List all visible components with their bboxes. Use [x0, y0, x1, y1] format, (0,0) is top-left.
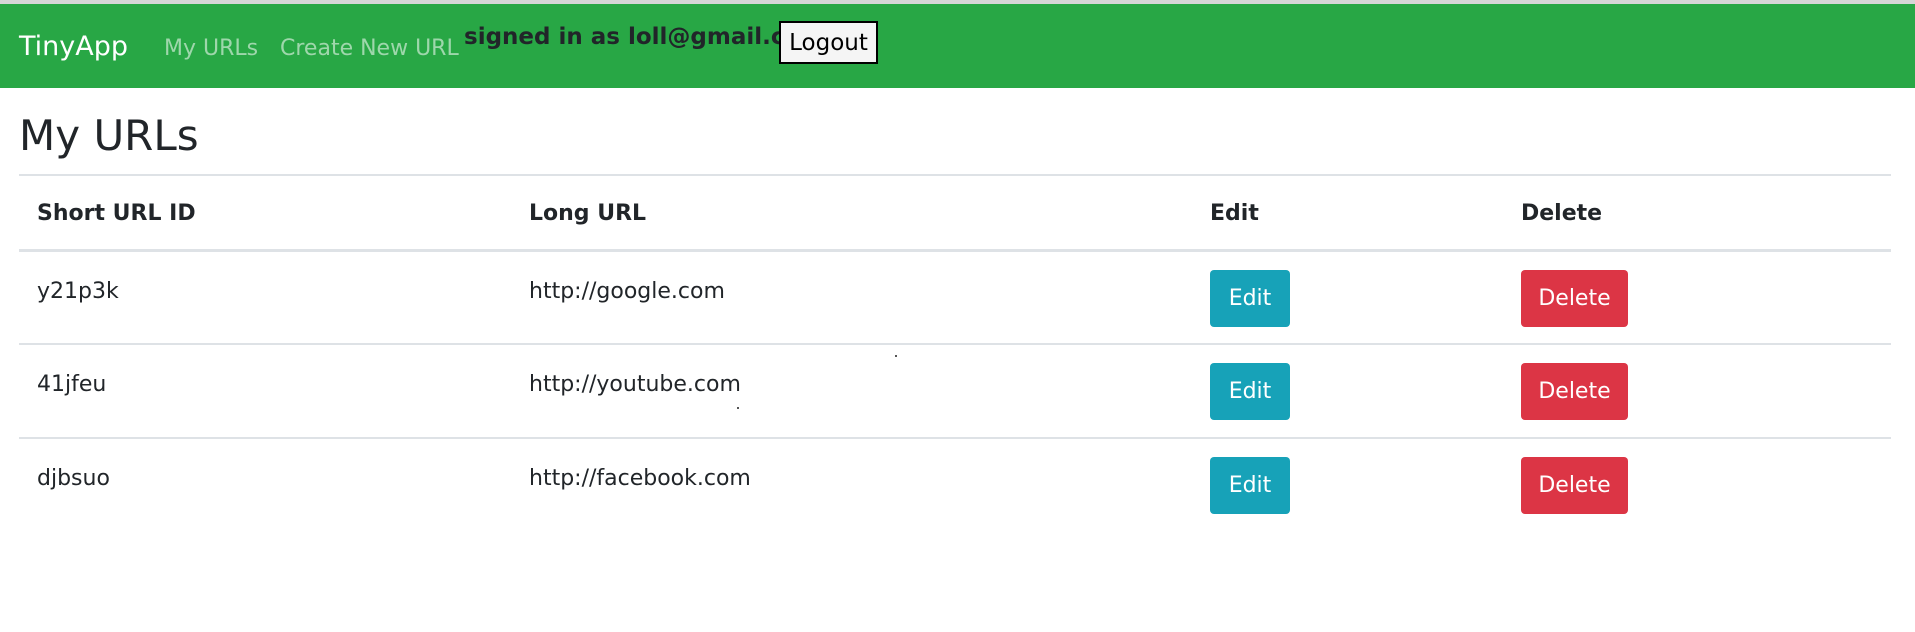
- header-short-url-id: Short URL ID: [37, 201, 196, 226]
- nav-link-create-new-url[interactable]: Create New URL: [280, 38, 459, 60]
- long-url: http://youtube.com: [529, 372, 741, 397]
- table-row: y21p3k http://google.com Edit Delete: [19, 249, 1891, 343]
- edit-button[interactable]: Edit: [1210, 457, 1290, 514]
- short-url-id: y21p3k: [37, 279, 119, 304]
- delete-button[interactable]: Delete: [1521, 457, 1628, 514]
- signed-in-text: signed in as loll@gmail.com: [464, 24, 825, 50]
- short-url-id: 41jfeu: [37, 372, 107, 397]
- delete-button[interactable]: Delete: [1521, 270, 1628, 327]
- edit-button[interactable]: Edit: [1210, 270, 1290, 327]
- short-url-id: djbsuo: [37, 466, 110, 491]
- speck: [895, 355, 897, 357]
- speck: [737, 407, 739, 409]
- table-row: djbsuo http://facebook.com Edit Delete: [19, 437, 1891, 531]
- table-header-row: Short URL ID Long URL Edit Delete: [19, 174, 1891, 249]
- long-url: http://google.com: [529, 279, 725, 304]
- logout-button[interactable]: Logout: [779, 21, 878, 64]
- header-delete: Delete: [1521, 201, 1603, 226]
- header-long-url: Long URL: [529, 201, 647, 226]
- urls-table: Short URL ID Long URL Edit Delete y21p3k…: [19, 174, 1891, 531]
- header-edit: Edit: [1210, 201, 1259, 226]
- navbar: TinyApp My URLs Create New URL signed in…: [0, 4, 1915, 88]
- nav-link-my-urls[interactable]: My URLs: [164, 38, 258, 60]
- page-title: My URLs: [19, 111, 199, 160]
- edit-button[interactable]: Edit: [1210, 363, 1290, 420]
- table-row: 41jfeu http://youtube.com Edit Delete: [19, 343, 1891, 437]
- delete-button[interactable]: Delete: [1521, 363, 1628, 420]
- brand-link[interactable]: TinyApp: [19, 33, 128, 60]
- long-url: http://facebook.com: [529, 466, 751, 491]
